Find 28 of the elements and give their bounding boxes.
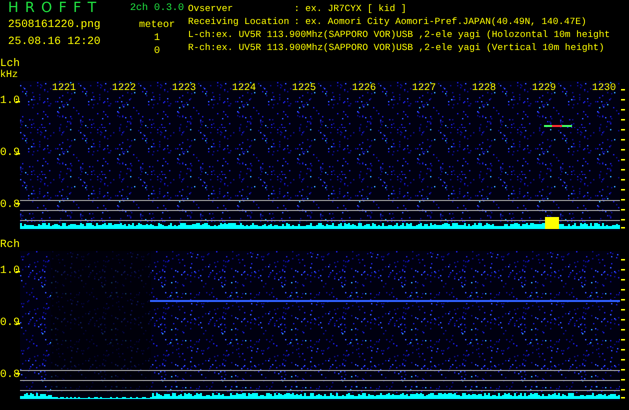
x-tick-label: 1229	[532, 83, 556, 95]
channel-label: Lch	[0, 58, 20, 70]
mode-label: meteor	[138, 19, 175, 32]
x-tick-label: 1223	[172, 83, 196, 95]
y-tick-label: 0.9	[0, 147, 20, 159]
date-time: 25.08.16 12:20	[8, 36, 102, 49]
channel-label: Rch	[0, 239, 20, 251]
x-tick-label: 1227	[412, 83, 436, 95]
info-value: : ex. JR7CYX [ kid ]	[294, 2, 407, 15]
x-tick-label: 1226	[352, 83, 376, 95]
app-name: H R O F F T	[8, 2, 98, 15]
info-key: Ovserver	[188, 2, 294, 15]
unit-label: kHz	[0, 70, 18, 81]
info-key: Receiving Location	[188, 15, 294, 28]
x-tick-label: 1224	[232, 83, 256, 95]
file-name: 2508161220.png	[8, 19, 102, 32]
info-value: : ex. Aomori City Aomori-Pref.JAPAN(40.49N, 140.47E)	[294, 15, 587, 28]
y-tick-label: 0.9	[0, 317, 20, 329]
x-tick-label: 1230	[592, 83, 616, 95]
channel-info: L-ch:ex. UV5R 113.900Mhz(SAPPORO VOR)USB ,2-ele yagi (Holozontal 10m height	[188, 28, 610, 41]
count-value: 1	[154, 32, 160, 45]
x-tick-label: 1225	[292, 83, 316, 95]
version-label: 2ch 0.3.0	[130, 2, 184, 15]
x-tick-label: 1221	[52, 83, 76, 95]
count-value: 0	[154, 45, 160, 58]
x-tick-label: 1222	[112, 83, 136, 95]
x-tick-label: 1228	[472, 83, 496, 95]
channel-info: R-ch:ex. UV5R 113.900Mhz(SAPPORO VOR)USB ,2-ele yagi (Vertical 10m height)	[188, 41, 606, 54]
